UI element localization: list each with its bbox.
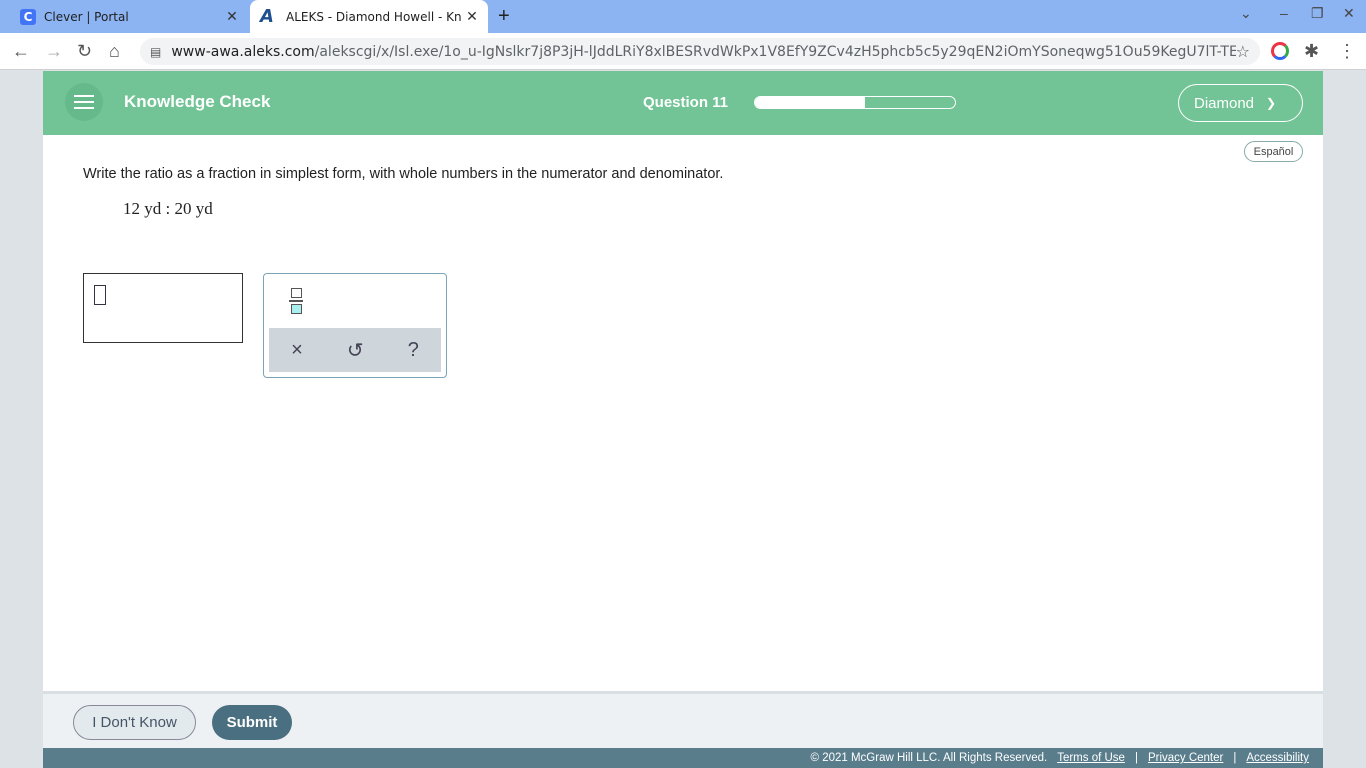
question-number: Question 11 bbox=[643, 94, 729, 111]
language-toggle-button[interactable]: Español bbox=[1244, 141, 1303, 162]
user-name: Diamond bbox=[1194, 94, 1255, 112]
reload-icon[interactable]: ↻ bbox=[77, 41, 92, 62]
address-bar[interactable]: ▤ www-awa.aleks.com /alekscgi/x/Isl.exe/… bbox=[140, 38, 1260, 65]
legal-footer: © 2021 McGraw Hill LLC. All Rights Reser… bbox=[43, 748, 1323, 768]
terms-link[interactable]: Terms of Use bbox=[1057, 752, 1125, 764]
bookmark-star-icon[interactable]: ☆ bbox=[1236, 42, 1250, 61]
privacy-link[interactable]: Privacy Center bbox=[1148, 752, 1223, 764]
tab-close-icon[interactable]: ✕ bbox=[462, 9, 482, 25]
close-window-icon[interactable]: ✕ bbox=[1343, 5, 1355, 22]
back-icon[interactable]: ← bbox=[12, 41, 30, 62]
user-menu-button[interactable]: Diamond ❯ bbox=[1178, 84, 1303, 122]
answer-input[interactable] bbox=[83, 273, 243, 343]
progress-bar bbox=[754, 96, 956, 109]
url-path: /alekscgi/x/Isl.exe/1o_u-IgNslkr7j8P3jH-… bbox=[314, 43, 1236, 60]
restore-icon[interactable]: ❐ bbox=[1311, 5, 1324, 22]
browser-menu-icon[interactable]: ⋮ bbox=[1338, 41, 1356, 62]
help-icon[interactable]: ? bbox=[408, 339, 419, 362]
palette-actions: × ↺ ? bbox=[269, 328, 441, 372]
new-tab-icon[interactable]: + bbox=[498, 5, 510, 28]
input-cursor-placeholder bbox=[94, 285, 106, 305]
action-footer: I Don't Know Submit bbox=[43, 691, 1323, 748]
tab-clever-portal[interactable]: C Clever | Portal ✕ bbox=[8, 0, 248, 33]
tab-title: ALEKS - Diamond Howell - Know bbox=[286, 9, 462, 24]
url-host: www-awa.aleks.com bbox=[171, 43, 315, 60]
aleks-app: Knowledge Check Question 11 Diamond ❯ Es… bbox=[43, 71, 1323, 768]
aleks-favicon-icon: A bbox=[260, 6, 274, 27]
copyright-text: © 2021 McGraw Hill LLC. All Rights Reser… bbox=[810, 752, 1048, 764]
chevron-down-icon: ❯ bbox=[1266, 96, 1277, 110]
browser-tab-bar: C Clever | Portal ✕ A ALEKS - Diamond Ho… bbox=[0, 0, 1366, 33]
hamburger-menu-icon[interactable] bbox=[65, 83, 103, 121]
extensions-puzzle-icon[interactable]: ✱ bbox=[1304, 41, 1319, 62]
clever-favicon-icon: C bbox=[20, 8, 36, 25]
clear-icon[interactable]: × bbox=[291, 339, 303, 362]
fraction-template-icon[interactable] bbox=[288, 288, 304, 316]
minimize-icon[interactable]: – bbox=[1280, 5, 1288, 21]
forward-icon[interactable]: → bbox=[45, 41, 63, 62]
tab-title: Clever | Portal bbox=[44, 9, 129, 24]
i-dont-know-button[interactable]: I Don't Know bbox=[73, 705, 196, 740]
math-palette: × ↺ ? bbox=[263, 273, 447, 378]
page-title: Knowledge Check bbox=[124, 92, 271, 111]
site-info-icon[interactable]: ▤ bbox=[150, 45, 161, 59]
tab-close-icon[interactable]: ✕ bbox=[222, 9, 242, 25]
extension-color-icon[interactable] bbox=[1271, 42, 1289, 60]
progress-fill bbox=[755, 97, 865, 108]
browser-toolbar: ← → ↻ ⌂ ▤ www-awa.aleks.com /alekscgi/x/… bbox=[0, 33, 1366, 70]
app-header: Knowledge Check Question 11 Diamond ❯ bbox=[43, 71, 1323, 135]
home-icon[interactable]: ⌂ bbox=[109, 41, 120, 62]
accessibility-link[interactable]: Accessibility bbox=[1246, 752, 1309, 764]
tab-search-icon[interactable]: ⌄ bbox=[1240, 5, 1252, 22]
question-instructions: Write the ratio as a fraction in simples… bbox=[83, 166, 724, 182]
ratio-expression: 12 yd : 20 yd bbox=[123, 199, 213, 218]
tab-aleks[interactable]: A ALEKS - Diamond Howell - Know ✕ bbox=[250, 0, 488, 33]
undo-icon[interactable]: ↺ bbox=[347, 338, 364, 363]
submit-button[interactable]: Submit bbox=[212, 705, 292, 740]
